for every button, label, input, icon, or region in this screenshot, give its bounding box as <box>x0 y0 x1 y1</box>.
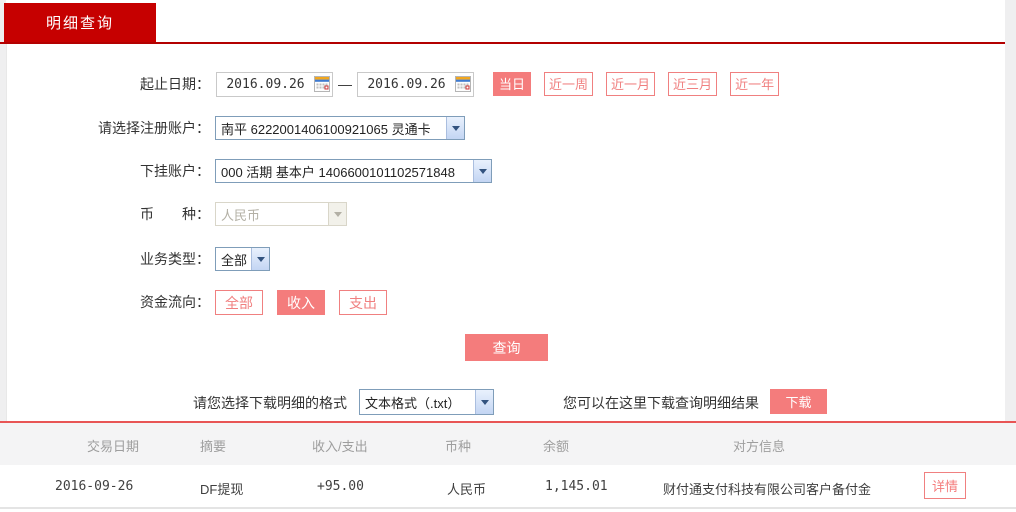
header-summary: 摘要 <box>200 439 227 454</box>
currency-value: 人民币 <box>221 207 261 223</box>
start-date-field <box>216 71 333 97</box>
detail-button[interactable]: 详情 <box>924 472 966 499</box>
business-type-row: 全部 业务类型： <box>0 245 1005 273</box>
chevron-down-icon[interactable] <box>446 117 464 139</box>
right-gutter <box>1005 0 1016 421</box>
chevron-down-icon[interactable] <box>473 160 491 182</box>
query-form-panel <box>6 44 1006 421</box>
sub-account-row: 下挂账户： 000 活期 基本户 1406600101102571848 <box>0 157 1005 185</box>
register-account-select[interactable]: 南平 6222001406100921065 灵通卡 <box>215 116 465 140</box>
date-range-separator: — <box>338 76 352 92</box>
date-range-row: 起止日期： — <box>0 70 1005 98</box>
sub-account-label: 下挂账户： <box>140 163 210 179</box>
table-row: 2016-09-26 DF提现 +95.00 人民币 1,145.01 财付通支… <box>0 465 1016 509</box>
header-counterparty: 对方信息 <box>733 439 786 454</box>
fund-flow-expense-button[interactable]: 支出 <box>339 289 387 315</box>
cell-currency: 人民币 <box>447 482 487 497</box>
cell-amount: +95.00 <box>317 479 364 494</box>
download-format-select[interactable]: 文本格式（.txt） <box>359 389 494 415</box>
register-account-value: 南平 6222001406100921065 灵通卡 <box>221 121 431 137</box>
fund-flow-all-button[interactable]: 全部 <box>215 289 263 315</box>
download-format-label: 请您选择下载明细的格式 <box>193 395 347 411</box>
quick-range-week-button[interactable]: 近一周 <box>544 72 594 96</box>
register-account-label: 请选择注册账户： <box>98 120 210 136</box>
register-account-row: 请选择注册账户： 南平 6222001406100921065 灵通卡 <box>0 114 1005 142</box>
business-type-select[interactable]: 全部 <box>215 247 270 271</box>
download-button[interactable]: 下载 <box>770 389 827 414</box>
table-separator-line <box>0 421 1016 423</box>
quick-range-month-button[interactable]: 近一月 <box>606 72 656 96</box>
currency-select: 人民币 <box>215 202 347 226</box>
sub-account-select[interactable]: 000 活期 基本户 1406600101102571848 <box>215 159 492 183</box>
business-type-label: 业务类型： <box>140 251 210 267</box>
cell-balance: 1,145.01 <box>545 479 608 494</box>
end-date-input[interactable] <box>358 75 455 93</box>
calendar-icon[interactable] <box>314 76 330 92</box>
header-in-out: 收入/支出 <box>312 439 368 454</box>
fund-flow-income-button[interactable]: 收入 <box>277 289 325 315</box>
business-type-value: 全部 <box>221 252 248 268</box>
download-row: 请您选择下载明细的格式 文本格式（.txt） 您可以在这里下载查询明细结果 下载 <box>0 389 1005 415</box>
cell-counterparty: 财付通支付科技有限公司客户备付金 <box>663 482 872 497</box>
download-format-value: 文本格式（.txt） <box>365 395 461 411</box>
sub-account-value: 000 活期 基本户 1406600101102571848 <box>221 164 455 180</box>
date-range-label: 起止日期： <box>140 76 210 92</box>
quick-range-quarter-button[interactable]: 近三月 <box>668 72 718 96</box>
tab-detail-query[interactable]: 明细查询 <box>4 3 156 42</box>
table-header-row: 交易日期 摘要 收入/支出 币种 余额 对方信息 <box>0 423 1016 465</box>
cell-summary: DF提现 <box>200 482 244 497</box>
currency-label: 币 种： <box>140 206 210 222</box>
query-button[interactable]: 查询 <box>465 334 548 361</box>
start-date-input[interactable] <box>217 75 314 93</box>
calendar-icon[interactable] <box>455 76 471 92</box>
header-date: 交易日期 <box>87 439 140 454</box>
quick-range-year-button[interactable]: 近一年 <box>730 72 780 96</box>
chevron-down-icon[interactable] <box>475 390 493 414</box>
fund-flow-label: 资金流向： <box>140 294 210 310</box>
cell-date: 2016-09-26 <box>55 479 134 494</box>
currency-row: 币 种： 人民币 <box>0 200 1005 228</box>
header-balance: 余额 <box>543 439 570 454</box>
end-date-field <box>357 71 474 97</box>
chevron-down-icon[interactable] <box>251 248 269 270</box>
download-hint-label: 您可以在这里下载查询明细结果 <box>563 395 759 411</box>
tab-underline <box>0 42 1005 44</box>
detail-query-page: 明细查询 起止日期： — <box>0 0 1016 512</box>
quick-range-today-button[interactable]: 当日 <box>493 72 532 96</box>
fund-flow-row: 资金流向： 全部 收入 支出 <box>0 288 1005 316</box>
header-currency: 币种 <box>445 439 472 454</box>
chevron-down-icon <box>328 203 346 225</box>
